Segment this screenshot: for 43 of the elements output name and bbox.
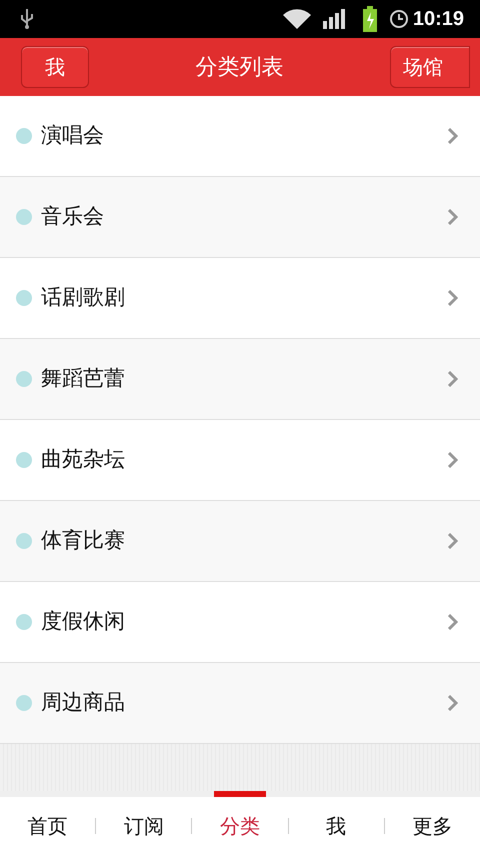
me-button[interactable]: 我: [21, 46, 89, 88]
tab[interactable]: 订阅: [96, 791, 192, 854]
chevron-icon: [448, 209, 458, 225]
chevron-icon: [448, 290, 458, 306]
chevron-icon: [448, 128, 458, 144]
category-label: 周边商品: [41, 689, 126, 716]
dot-icon: [16, 695, 32, 711]
dot-icon: [16, 533, 32, 549]
tab[interactable]: 我: [288, 791, 384, 854]
battery-icon: [362, 6, 377, 32]
dot-icon: [16, 371, 32, 387]
alarm-icon: [388, 9, 409, 29]
dot-icon: [16, 452, 32, 468]
category-label: 话剧歌剧: [41, 284, 126, 312]
chevron-icon: [448, 371, 458, 387]
tab[interactable]: 更多: [384, 791, 480, 854]
dot-icon: [16, 209, 32, 225]
status-time: 10:19: [412, 7, 464, 32]
category-row[interactable]: 舞蹈芭蕾: [0, 339, 480, 420]
tab-indicator: [214, 791, 266, 797]
dot-icon: [16, 128, 32, 144]
tab[interactable]: 首页: [0, 791, 96, 854]
chevron-icon: [448, 452, 458, 468]
signal-icon: [322, 9, 347, 29]
dot-icon: [16, 290, 32, 306]
category-row[interactable]: 体育比赛: [0, 501, 480, 582]
category-label: 音乐会: [41, 203, 105, 230]
category-label: 体育比赛: [41, 527, 126, 554]
chevron-icon: [448, 614, 458, 630]
category-label: 演唱会: [41, 122, 105, 150]
category-row[interactable]: 周边商品: [0, 663, 480, 744]
category-row[interactable]: 音乐会: [0, 177, 480, 258]
category-label: 度假休闲: [41, 608, 126, 636]
page-title: 分类列表: [194, 54, 284, 82]
usb-icon: [20, 8, 34, 30]
venue-button[interactable]: 场馆: [390, 46, 470, 88]
category-label: 曲苑杂坛: [41, 446, 126, 474]
dot-icon: [16, 614, 32, 630]
chevron-icon: [448, 533, 458, 549]
chevron-icon: [448, 695, 458, 711]
tab[interactable]: 分类: [192, 791, 288, 854]
category-label: 舞蹈芭蕾: [41, 365, 126, 392]
wifi-icon: [282, 9, 311, 29]
